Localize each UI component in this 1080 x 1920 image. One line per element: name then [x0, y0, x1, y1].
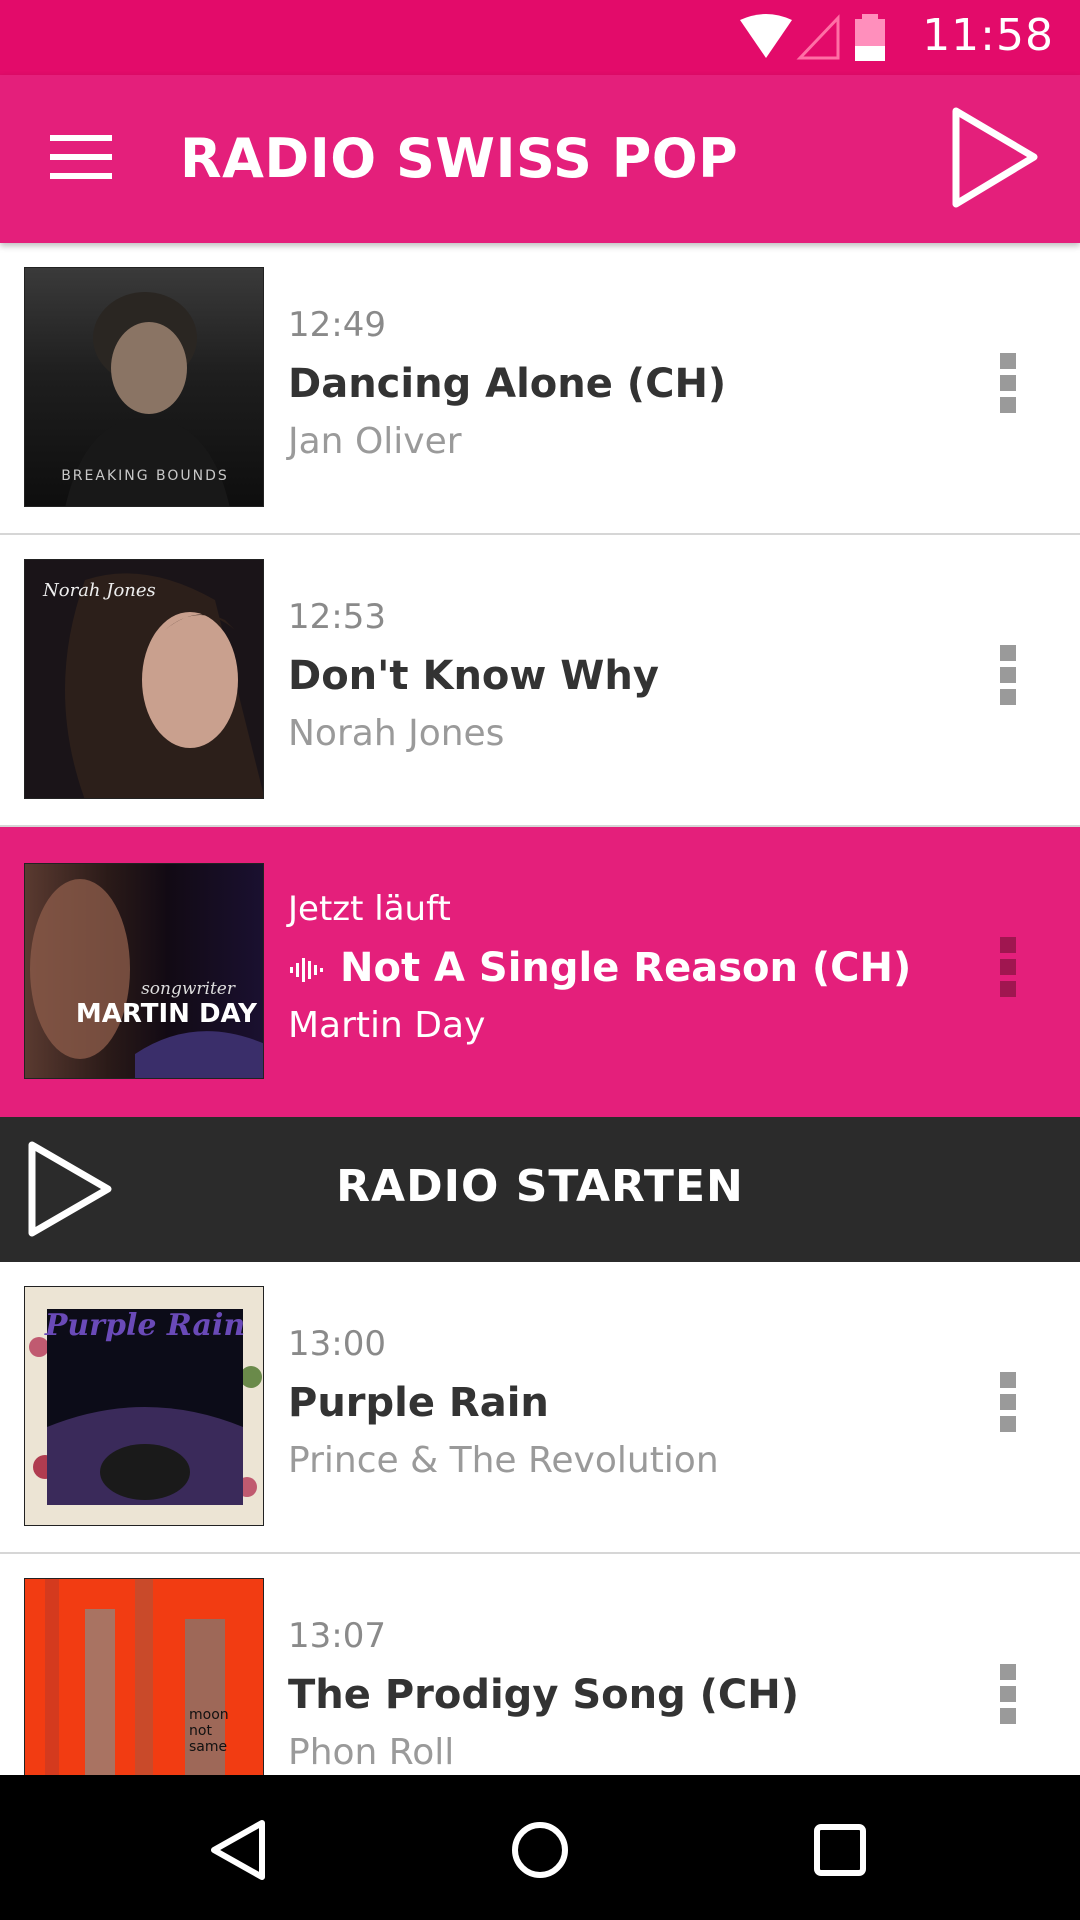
track-row[interactable]: Norah Jones 12:53 Don't Know Why Norah J… [0, 535, 1080, 827]
more-options-icon[interactable] [1000, 353, 1016, 413]
more-options-icon[interactable] [1000, 937, 1016, 997]
system-nav-bar [0, 1775, 1080, 1920]
svg-text:not: not [189, 1723, 212, 1739]
more-options-icon[interactable] [1000, 1372, 1016, 1432]
svg-text:moon: moon [189, 1707, 229, 1723]
status-icons [740, 14, 885, 61]
app-title: RADIO SWISS POP [180, 127, 739, 190]
track-row[interactable]: moon not same 13:07 The Prodigy Song (CH… [0, 1554, 1080, 1775]
now-playing-row[interactable]: songwriter MARTIN DAY Jetzt läuft Not A … [0, 827, 1080, 1117]
track-row[interactable]: BREAKING BOUNDS 12:49 Dancing Alone (CH)… [0, 243, 1080, 535]
recents-icon[interactable] [805, 1815, 875, 1885]
now-playing-label: Jetzt läuft [288, 889, 451, 929]
album-cover: BREAKING BOUNDS [24, 267, 264, 507]
track-list[interactable]: BREAKING BOUNDS 12:49 Dancing Alone (CH)… [0, 243, 1080, 1775]
wifi-icon [740, 14, 792, 58]
track-artist: Prince & The Revolution [288, 1440, 719, 1481]
track-artist: Norah Jones [288, 713, 505, 754]
menu-icon[interactable] [50, 135, 114, 183]
album-cover: Norah Jones [24, 559, 264, 799]
cell-signal-icon [796, 14, 840, 60]
svg-text:songwriter: songwriter [141, 979, 236, 999]
back-icon[interactable] [204, 1815, 274, 1885]
svg-text:MARTIN DAY: MARTIN DAY [76, 999, 258, 1029]
track-title: Purple Rain [288, 1380, 549, 1426]
svg-text:Norah Jones: Norah Jones [42, 580, 156, 601]
track-title: Don't Know Why [288, 653, 659, 699]
more-options-icon[interactable] [1000, 1664, 1016, 1724]
track-time: 12:49 [288, 305, 386, 345]
play-icon[interactable] [950, 105, 1040, 210]
track-title: Not A Single Reason (CH) [340, 945, 912, 991]
track-artist: Martin Day [288, 1005, 486, 1046]
track-row[interactable]: Purple Rain 13:00 Purple Rain Prince & T… [0, 1262, 1080, 1554]
status-bar: 11:58 [0, 0, 1080, 75]
status-time: 11:58 [922, 10, 1054, 61]
album-cover: moon not same [24, 1578, 264, 1775]
app-toolbar: RADIO SWISS POP [0, 75, 1080, 243]
equalizer-icon [290, 958, 323, 982]
track-title: Dancing Alone (CH) [288, 361, 727, 407]
svg-text:Purple Rain: Purple Rain [44, 1308, 245, 1343]
radio-start-bar[interactable]: RADIO STARTEN [0, 1117, 1080, 1262]
radio-start-label: RADIO STARTEN [336, 1161, 744, 1212]
album-cover: Purple Rain [24, 1286, 264, 1526]
album-cover: songwriter MARTIN DAY [24, 863, 264, 1079]
battery-icon [855, 14, 885, 61]
more-options-icon[interactable] [1000, 645, 1016, 705]
track-artist: Jan Oliver [288, 421, 462, 462]
home-icon[interactable] [505, 1815, 575, 1885]
svg-text:BREAKING BOUNDS: BREAKING BOUNDS [61, 468, 229, 484]
track-title: The Prodigy Song (CH) [288, 1672, 800, 1718]
track-time: 12:53 [288, 597, 386, 637]
track-time: 13:00 [288, 1324, 386, 1364]
svg-text:same: same [189, 1739, 227, 1755]
track-artist: Phon Roll [288, 1732, 455, 1773]
track-time: 13:07 [288, 1616, 386, 1656]
